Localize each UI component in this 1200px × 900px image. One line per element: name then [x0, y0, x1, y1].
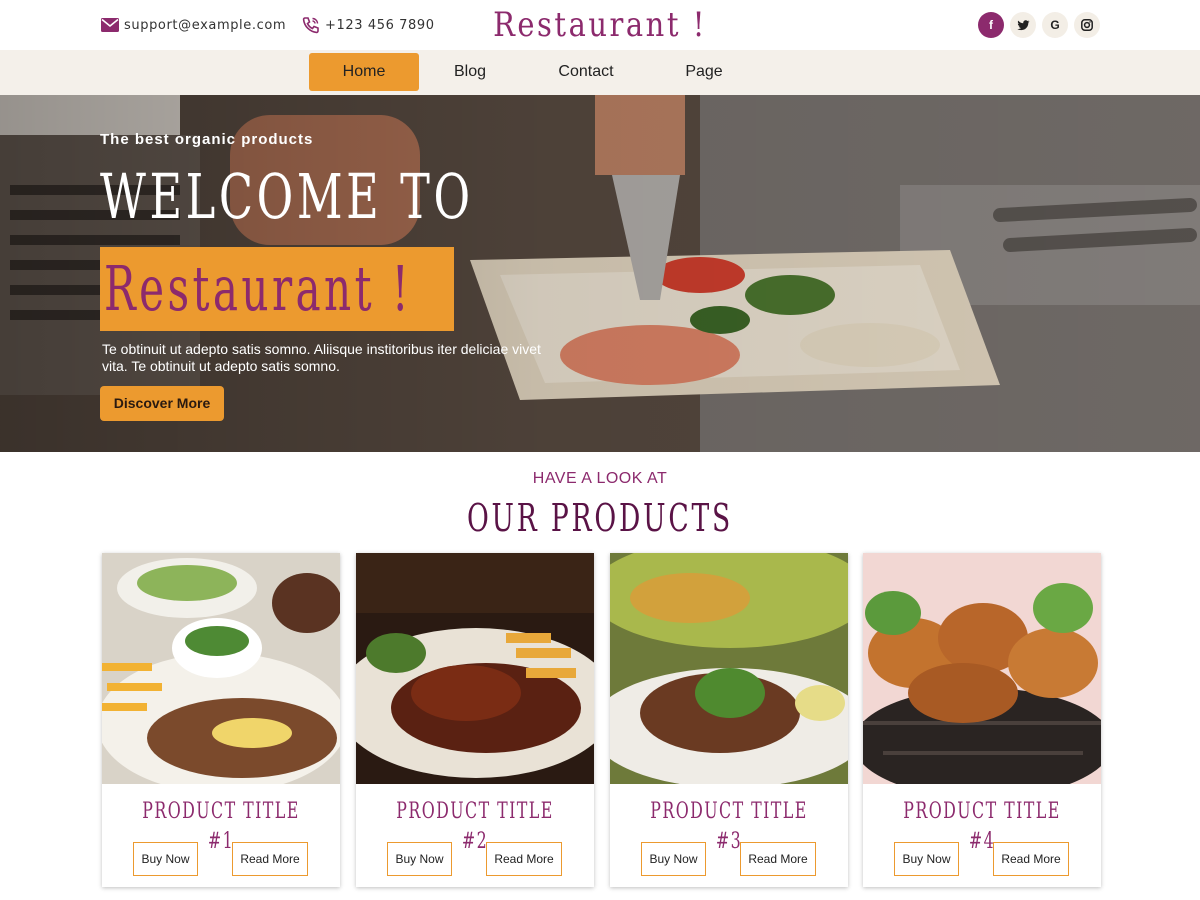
- product-image[interactable]: [102, 553, 340, 784]
- product-image[interactable]: [863, 553, 1101, 784]
- facebook-icon[interactable]: f: [978, 12, 1004, 38]
- product-card: PRODUCT TITLE #2 Buy Now Read More: [356, 553, 594, 887]
- top-bar: support@example.com +123 456 7890 Restau…: [0, 0, 1200, 50]
- products-title: OUR PRODUCTS: [466, 496, 734, 540]
- buy-now-button[interactable]: Buy Now: [894, 842, 959, 876]
- nav-item-page[interactable]: Page: [675, 53, 733, 91]
- product-card: PRODUCT TITLE #3 Buy Now Read More: [610, 553, 848, 887]
- nav-item-home[interactable]: Home: [309, 53, 419, 91]
- buy-now-button[interactable]: Buy Now: [387, 842, 452, 876]
- read-more-button[interactable]: Read More: [486, 842, 562, 876]
- hero-kicker: The best organic products: [100, 131, 314, 148]
- read-more-button[interactable]: Read More: [740, 842, 816, 876]
- hero-description: Te obtinuit ut adepto satis somno. Aliis…: [102, 341, 541, 374]
- buy-now-button[interactable]: Buy Now: [641, 842, 706, 876]
- instagram-icon[interactable]: [1074, 12, 1100, 38]
- nav-item-blog[interactable]: Blog: [440, 53, 500, 91]
- google-icon[interactable]: G: [1042, 12, 1068, 38]
- hero-highlight-text: Restaurant !: [104, 252, 413, 325]
- product-image[interactable]: [610, 553, 848, 784]
- product-image[interactable]: [356, 553, 594, 784]
- main-nav: Home Blog Contact Page: [0, 50, 1200, 95]
- hero-banner: The best organic products WELCOME TO Res…: [0, 95, 1200, 452]
- read-more-button[interactable]: Read More: [993, 842, 1069, 876]
- twitter-icon[interactable]: [1010, 12, 1036, 38]
- buy-now-button[interactable]: Buy Now: [133, 842, 198, 876]
- product-card: PRODUCT TITLE #1 Buy Now Read More: [102, 553, 340, 887]
- product-card: PRODUCT TITLE #4 Buy Now Read More: [863, 553, 1101, 887]
- products-eyebrow: HAVE A LOOK AT: [532, 470, 668, 487]
- nav-item-contact[interactable]: Contact: [548, 53, 624, 91]
- discover-more-button[interactable]: Discover More: [100, 386, 224, 421]
- hero-heading: WELCOME TO: [100, 160, 474, 233]
- brand-text: Restaurant !: [493, 5, 707, 45]
- social-links: f G: [978, 12, 1100, 38]
- read-more-button[interactable]: Read More: [232, 842, 308, 876]
- site-brand[interactable]: Restaurant !: [90, 0, 1110, 50]
